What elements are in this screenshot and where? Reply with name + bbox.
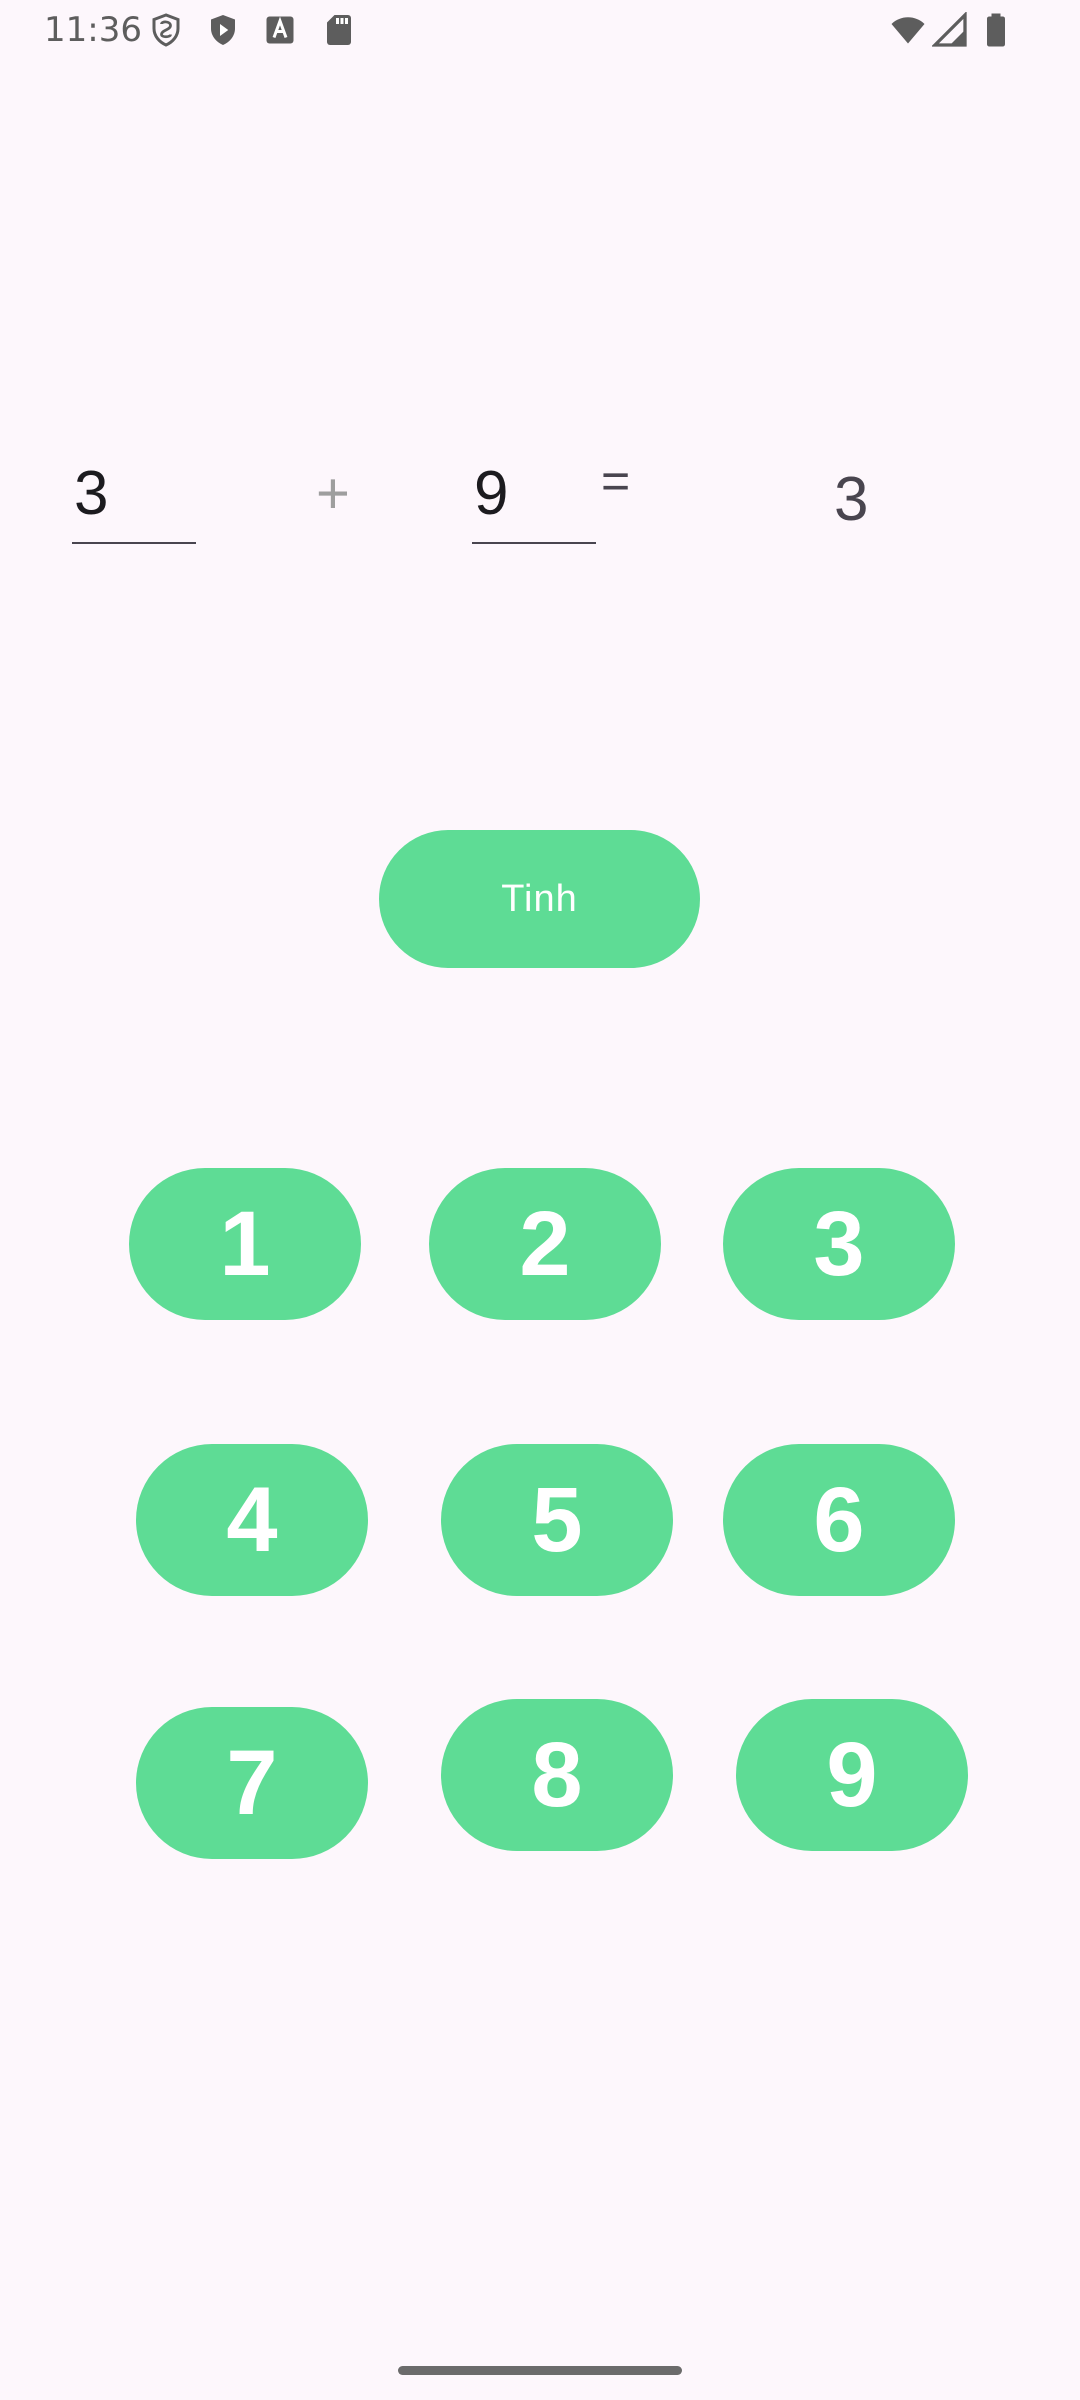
status-time: 11:36 [44,10,142,50]
operand-b-value: 9 [474,459,509,528]
key-4-button[interactable]: 4 [136,1444,368,1596]
font-a-icon [262,12,298,48]
battery-icon [978,12,1014,48]
key-7-button[interactable]: 7 [136,1707,368,1859]
play-protect-icon [205,12,241,48]
plus-sign: + [316,461,350,526]
operand-a-field[interactable]: 3 [72,450,196,544]
key-3-button[interactable]: 3 [723,1168,955,1320]
status-bar: 11:36 [0,0,1080,62]
key-5-button[interactable]: 5 [441,1444,673,1596]
key-2-button[interactable]: 2 [429,1168,661,1320]
calculate-button[interactable]: Tinh [379,830,700,968]
operand-a-value: 3 [74,459,109,528]
key-9-button[interactable]: 9 [736,1699,968,1851]
home-indicator[interactable] [398,2366,682,2375]
key-8-button[interactable]: 8 [441,1699,673,1851]
signal-icon [932,12,968,48]
result-value: 3 [834,465,869,534]
shield-vpn-icon [148,12,184,48]
equals-sign: = [601,453,631,509]
operand-b-field[interactable]: 9 [472,450,596,544]
wifi-icon [890,12,926,48]
key-1-button[interactable]: 1 [129,1168,361,1320]
key-6-button[interactable]: 6 [723,1444,955,1596]
sd-card-icon [321,12,357,48]
